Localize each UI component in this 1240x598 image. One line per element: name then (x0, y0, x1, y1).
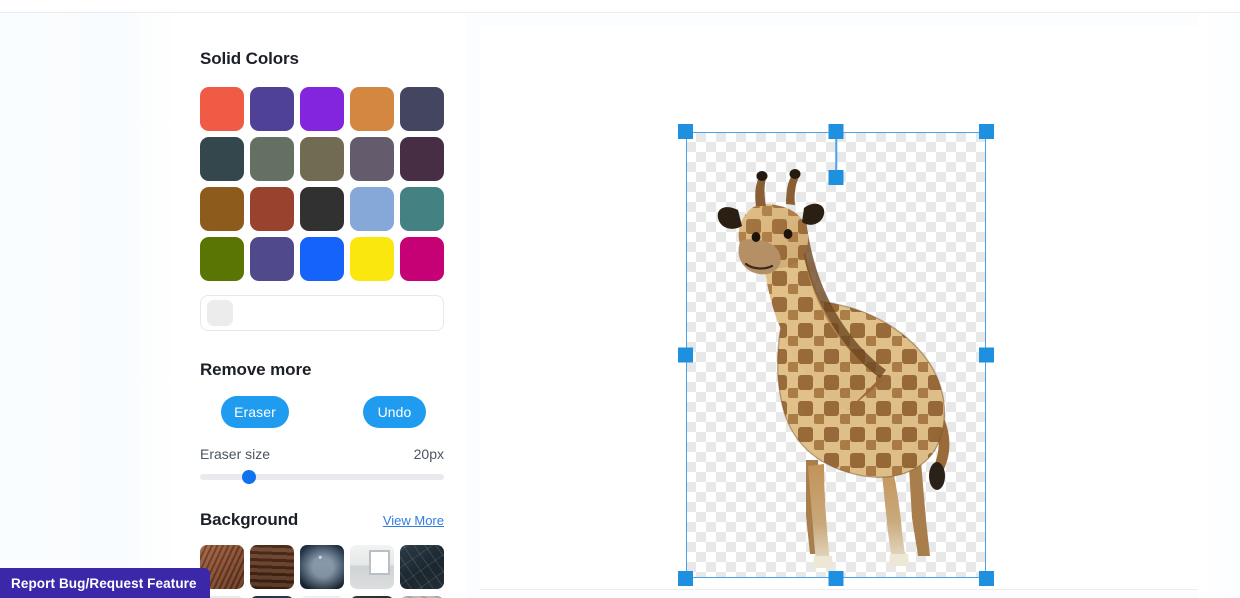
color-swatch-brown-gold[interactable] (200, 187, 244, 231)
resize-handle-bottom-left[interactable] (678, 571, 693, 586)
color-swatch-olive-grey[interactable] (300, 137, 344, 181)
tools-panel: Solid Colors Remove more Eraser Undo Era… (178, 13, 467, 598)
solid-color-grid (200, 87, 445, 281)
color-swatch-yellow[interactable] (350, 237, 394, 281)
eraser-button[interactable]: Eraser (221, 396, 289, 428)
app-shell: Solid Colors Remove more Eraser Undo Era… (0, 0, 1240, 598)
resize-handle-top-left[interactable] (678, 124, 693, 139)
background-thumb-wood-dark-planks[interactable] (250, 545, 294, 589)
color-swatch-bright-blue[interactable] (300, 237, 344, 281)
eraser-size-label: Eraser size (200, 446, 271, 462)
color-swatch-ochre-orange[interactable] (350, 87, 394, 131)
undo-button[interactable]: Undo (363, 396, 426, 428)
resize-handle-top-right[interactable] (979, 124, 994, 139)
color-swatch-olive-green[interactable] (200, 237, 244, 281)
rotate-handle[interactable] (828, 170, 844, 185)
eraser-size-value: 20px (413, 446, 444, 462)
color-swatch-dark-teal[interactable] (200, 137, 244, 181)
color-swatch-near-black[interactable] (300, 187, 344, 231)
custom-color-swatch[interactable] (207, 300, 233, 326)
resize-handle-middle-right[interactable] (979, 347, 994, 363)
giraffe-image[interactable] (694, 164, 974, 574)
color-swatch-slate-navy[interactable] (400, 87, 444, 131)
color-swatch-sky-blue[interactable] (350, 187, 394, 231)
eraser-size-slider[interactable] (200, 470, 444, 484)
solid-colors-heading: Solid Colors (200, 49, 299, 68)
eraser-size-slider-thumb[interactable] (241, 470, 256, 484)
color-swatch-brick-red[interactable] (250, 187, 294, 231)
page-right-margin (1198, 13, 1240, 598)
eraser-size-row: Eraser size 20px (200, 446, 444, 462)
remove-more-actions: Eraser Undo (200, 396, 445, 428)
view-more-link[interactable]: View More (383, 513, 444, 528)
page-body: Solid Colors Remove more Eraser Undo Era… (0, 13, 1240, 598)
report-bug-button[interactable]: Report Bug/Request Feature (0, 568, 210, 598)
background-heading: Background (200, 510, 299, 529)
color-swatch-mauve-grey[interactable] (350, 137, 394, 181)
image-selection-stage[interactable] (678, 124, 994, 586)
background-thumbnail-grid (200, 545, 445, 598)
background-header: Background View More (200, 510, 444, 530)
resize-handle-bottom-right[interactable] (979, 571, 994, 586)
resize-handle-top-center[interactable] (828, 124, 844, 139)
color-swatch-plum-dark[interactable] (400, 137, 444, 181)
remove-more-heading: Remove more (200, 360, 312, 379)
color-swatch-teal[interactable] (400, 187, 444, 231)
background-thumb-white-interior-room[interactable] (350, 545, 394, 589)
color-swatch-magenta[interactable] (400, 237, 444, 281)
custom-color-input[interactable] (200, 295, 444, 331)
background-thumb-dark-marble[interactable] (400, 545, 444, 589)
color-swatch-sage-green[interactable] (250, 137, 294, 181)
editor-canvas-panel[interactable] (480, 26, 1198, 590)
top-header-strip (0, 0, 1240, 13)
color-swatch-violet[interactable] (300, 87, 344, 131)
color-swatch-indigo[interactable] (250, 87, 294, 131)
resize-handle-middle-left[interactable] (678, 347, 693, 363)
color-swatch-coral-red[interactable] (200, 87, 244, 131)
color-swatch-blue-purple[interactable] (250, 237, 294, 281)
resize-handle-bottom-center[interactable] (828, 571, 844, 586)
page-left-margin (0, 13, 178, 598)
background-thumb-night-sky-milkyway[interactable] (300, 545, 344, 589)
